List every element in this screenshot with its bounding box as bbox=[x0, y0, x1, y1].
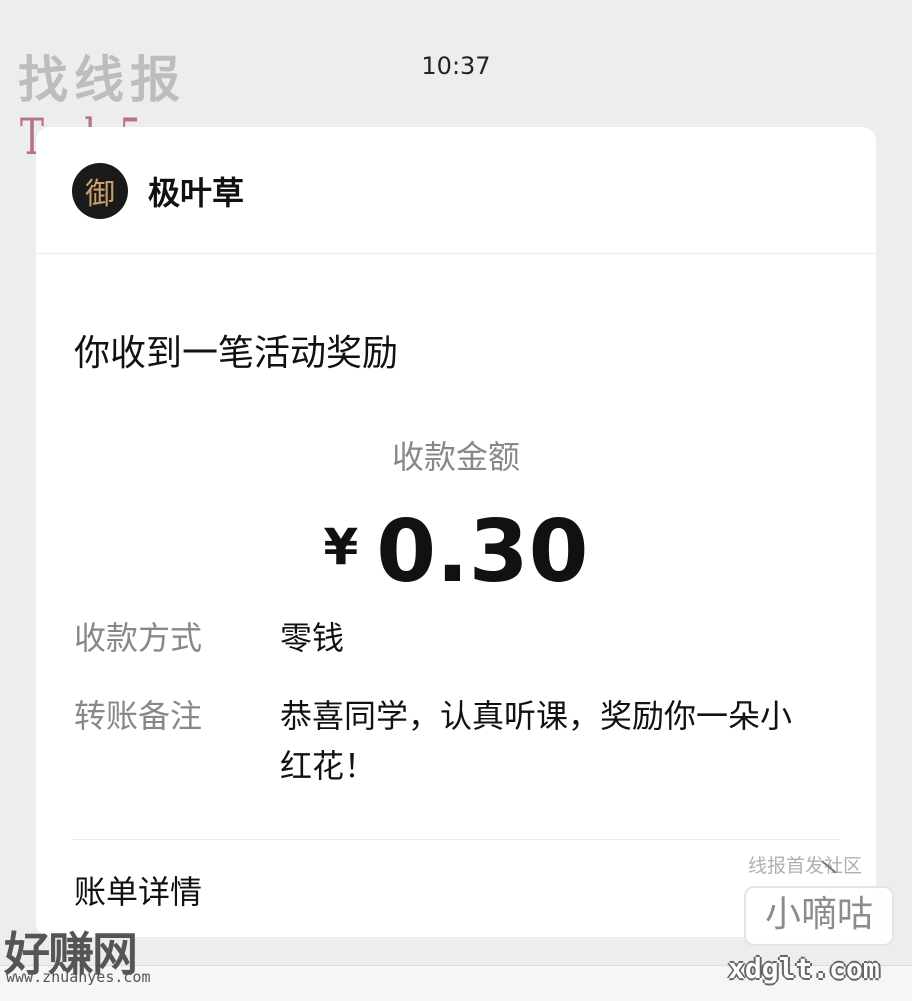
detail-label: 收款方式 bbox=[74, 619, 203, 657]
watermark-xianbao: 线报首发社区 bbox=[748, 855, 863, 877]
amount-label: 收款金额 bbox=[391, 438, 520, 476]
payment-card: 御 极叶草 你收到一笔活动奖励 收款金额 ¥0.30 收款方式 零钱 转账备注 … bbox=[36, 127, 876, 937]
detail-value: 零钱 bbox=[280, 619, 345, 657]
watermark-zhuanyes: www.zhuanyes.com bbox=[6, 968, 151, 986]
merchant-name: 极叶草 bbox=[148, 174, 245, 212]
currency-symbol: ¥ bbox=[323, 517, 359, 576]
detail-value: 恭喜同学，认真听课，奖励你一朵小红花！ bbox=[280, 697, 793, 785]
amount-value: 0.30 bbox=[376, 502, 589, 602]
bill-details-link[interactable]: 账单详情 bbox=[74, 867, 202, 913]
detail-row-payment-method: 收款方式 零钱 bbox=[74, 617, 820, 659]
watermark-top-left: 找线报 bbox=[18, 51, 186, 109]
watermark-xdglt: xdglt.com bbox=[728, 952, 880, 985]
reward-title: 你收到一笔活动奖励 bbox=[74, 333, 399, 374]
merchant-header[interactable]: 御 极叶草 bbox=[72, 161, 244, 221]
merchant-avatar: 御 bbox=[72, 163, 128, 219]
amount-display: ¥0.30 bbox=[36, 502, 876, 602]
divider bbox=[72, 839, 840, 840]
watermark-xiaodigu: 小嘀咕 bbox=[744, 886, 894, 946]
detail-row-transfer-note: 转账备注 恭喜同学，认真听课，奖励你一朵小红花！ bbox=[74, 691, 820, 791]
detail-label: 转账备注 bbox=[74, 697, 203, 735]
divider bbox=[36, 253, 876, 254]
